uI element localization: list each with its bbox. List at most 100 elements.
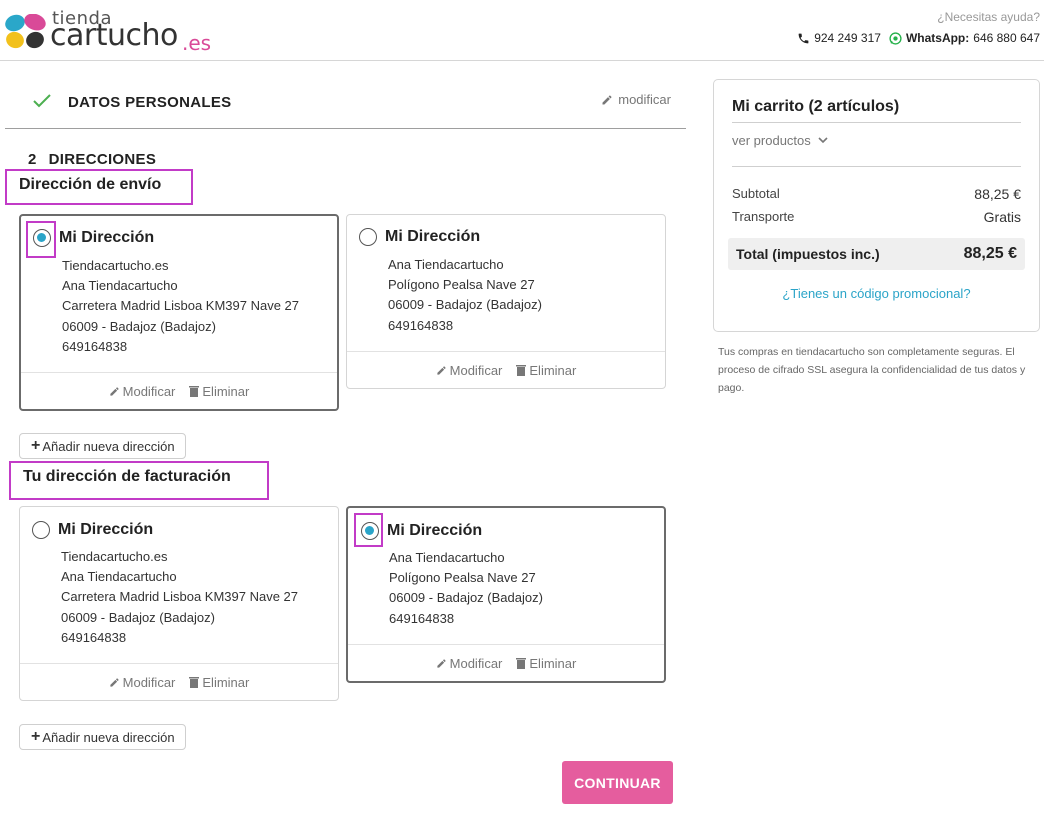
add-address-label: Añadir nueva dirección (42, 729, 175, 745)
pencil-icon (110, 677, 119, 687)
shipping-row: Transporte Gratis (732, 209, 1021, 225)
address-street: Carretera Madrid Lisboa KM397 Nave 27 (61, 589, 299, 605)
billing-address-card-1[interactable]: Mi Dirección Tiendacartucho.es Ana Tiend… (19, 506, 339, 701)
plus-icon: + (31, 437, 41, 454)
delete-address-button[interactable]: Eliminar (516, 363, 576, 378)
shipping-address-label: Dirección de envío (5, 169, 193, 205)
delete-label: Eliminar (529, 655, 577, 671)
address-name: Ana Tiendacartucho (389, 550, 505, 565)
step-title-text: DIRECCIONES (48, 151, 157, 168)
delete-address-button[interactable]: Eliminar (516, 656, 576, 671)
address-street: Polígono Pealsa Nave 27 (389, 570, 536, 586)
step-number: 2 (28, 151, 37, 168)
contact-info: 924 249 317 WhatsApp: 646 880 647 (797, 31, 1040, 45)
edit-label: Modificar (449, 655, 503, 671)
view-products-toggle[interactable]: ver productos (732, 133, 828, 148)
address-phone: 649164838 (62, 338, 128, 354)
address-lines: Ana Tiendacartucho Polígono Pealsa Nave … (388, 255, 542, 336)
shipping-address-card-2[interactable]: Mi Dirección Ana Tiendacartucho Polígono… (346, 214, 666, 389)
address-card-actions: Modificar Eliminar (348, 644, 664, 681)
delete-label: Eliminar (202, 383, 250, 399)
divider (732, 166, 1021, 167)
total-row: Total (impuestos inc.) 88,25 € (728, 238, 1025, 270)
pencil-icon (437, 658, 446, 668)
edit-label: Modificar (122, 674, 176, 690)
delete-address-button[interactable]: Eliminar (189, 675, 249, 690)
total-label: Total (impuestos inc.) (736, 246, 880, 262)
shipping-address-radio-2[interactable] (359, 228, 377, 246)
address-lines: Ana Tiendacartucho Polígono Pealsa Nave … (389, 548, 543, 629)
step-personal-data-title: DATOS PERSONALES (68, 94, 232, 111)
trash-icon (189, 676, 200, 688)
address-card-actions: Modificar Eliminar (347, 351, 665, 388)
delete-address-button[interactable]: Eliminar (189, 384, 249, 399)
address-city: 06009 - Badajoz (Badajoz) (389, 590, 543, 606)
billing-address-radio-1[interactable] (32, 521, 50, 539)
address-lines: Tiendacartucho.es Ana Tiendacartucho Car… (61, 547, 298, 648)
step-addresses-title: 2 DIRECCIONES (28, 151, 156, 168)
phone-icon (798, 33, 809, 43)
address-card-actions: Modificar Eliminar (20, 663, 338, 700)
total-value: 88,25 € (963, 245, 1017, 262)
address-street: Carretera Madrid Lisboa KM397 Nave 27 (62, 298, 300, 314)
pencil-icon (110, 386, 119, 396)
address-alias: Mi Dirección (58, 521, 154, 538)
continue-button[interactable]: CONTINUAR (562, 761, 673, 804)
address-phone: 649164838 (61, 629, 127, 645)
subtotal-row: Subtotal 88,25 € (732, 186, 1021, 202)
pencil-icon (602, 95, 612, 104)
modify-personal-data-link[interactable]: modificar (601, 92, 671, 107)
divider (732, 122, 1021, 123)
edit-address-button[interactable]: Modificar (109, 674, 176, 690)
address-card-actions: Modificar Eliminar (21, 372, 337, 409)
phone-number[interactable]: 924 249 317 (814, 31, 881, 45)
address-city: 06009 - Badajoz (Badajoz) (388, 297, 542, 313)
address-lines: Tiendacartucho.es Ana Tiendacartucho Car… (62, 256, 299, 357)
shipping-value: Gratis (983, 209, 1021, 225)
add-billing-address-button[interactable]: + Añadir nueva dirección (19, 724, 186, 750)
subtotal-value: 88,25 € (974, 186, 1021, 202)
site-logo[interactable]: tienda cartucho .es (4, 8, 214, 55)
plus-icon: + (31, 728, 41, 745)
butterfly-logo-icon (5, 14, 46, 49)
radio-highlight (354, 513, 383, 547)
pencil-icon (437, 365, 446, 375)
address-phone: 649164838 (388, 317, 454, 333)
site-header: tienda cartucho .es ¿Necesitas ayuda? 92… (0, 0, 1044, 61)
address-city: 06009 - Badajoz (Badajoz) (61, 609, 215, 625)
modify-label: modificar (618, 92, 671, 107)
address-company: Tiendacartucho.es (61, 549, 168, 564)
edit-label: Modificar (449, 362, 503, 378)
address-alias: Mi Dirección (385, 228, 481, 245)
add-address-label: Añadir nueva dirección (42, 438, 175, 454)
address-name: Ana Tiendacartucho (388, 257, 504, 272)
address-company: Tiendacartucho.es (62, 258, 169, 273)
shipping-label: Transporte (732, 209, 795, 224)
secure-payment-text: Tus compras en tiendacartucho son comple… (718, 346, 1026, 394)
add-shipping-address-button[interactable]: + Añadir nueva dirección (19, 433, 186, 459)
check-icon (33, 94, 51, 108)
logo-text-cartucho: cartucho (50, 18, 178, 53)
address-alias: Mi Dirección (387, 522, 483, 539)
billing-address-label: Tu dirección de facturación (9, 461, 269, 500)
delete-label: Eliminar (202, 674, 250, 690)
trash-icon (516, 657, 527, 669)
cart-title: Mi carrito (2 artículos) (732, 98, 900, 115)
whatsapp-number[interactable]: 646 880 647 (973, 31, 1040, 45)
edit-address-button[interactable]: Modificar (436, 655, 503, 671)
address-alias: Mi Dirección (59, 229, 155, 246)
billing-address-card-2[interactable]: Mi Dirección Ana Tiendacartucho Polígono… (346, 506, 666, 683)
address-card-header: Mi Dirección (32, 521, 153, 539)
promo-code-link[interactable]: ¿Tienes un código promocional? (714, 286, 1039, 301)
address-phone: 649164838 (389, 610, 455, 626)
address-name: Ana Tiendacartucho (62, 278, 178, 294)
edit-address-button[interactable]: Modificar (109, 383, 176, 399)
whatsapp-label: WhatsApp: (905, 31, 970, 45)
edit-address-button[interactable]: Modificar (436, 362, 503, 378)
subtotal-label: Subtotal (732, 186, 780, 201)
chevron-down-icon (818, 137, 828, 144)
whatsapp-icon (889, 31, 902, 45)
trash-icon (516, 364, 527, 376)
edit-label: Modificar (122, 383, 176, 399)
shipping-address-card-1[interactable]: Mi Dirección Tiendacartucho.es Ana Tiend… (19, 214, 339, 411)
